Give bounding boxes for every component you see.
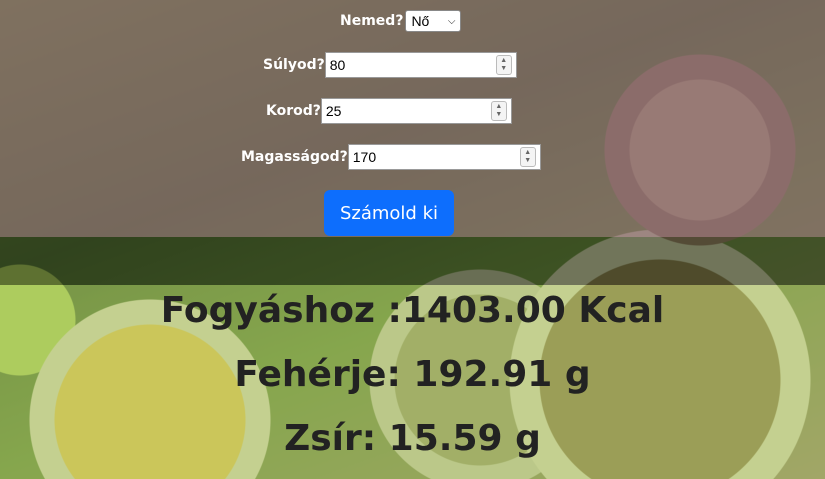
gender-row: Nemed? Nő ⌵ bbox=[340, 10, 462, 32]
gender-select[interactable]: Nő ⌵ bbox=[405, 10, 462, 32]
age-row: Korod? 25 ▲ ▼ bbox=[266, 98, 512, 124]
weight-value: 80 bbox=[329, 57, 346, 73]
weight-row: Súlyod? 80 ▲ ▼ bbox=[263, 52, 517, 78]
divider-overlay bbox=[0, 237, 825, 285]
calories-result: Fogyáshoz :1403.00 Kcal bbox=[160, 290, 665, 331]
chevron-down-icon: ⌵ bbox=[447, 15, 456, 27]
weight-spinner-icon[interactable]: ▲ ▼ bbox=[495, 55, 512, 75]
calculate-button[interactable]: Számold ki bbox=[324, 190, 454, 236]
height-value: 170 bbox=[352, 149, 377, 165]
gender-value: Nő bbox=[411, 13, 430, 29]
fat-result: Zsír: 15.59 g bbox=[284, 418, 541, 459]
age-value: 25 bbox=[325, 103, 342, 119]
weight-label: Súlyod? bbox=[263, 57, 325, 73]
height-input[interactable]: 170 ▲ ▼ bbox=[347, 144, 541, 170]
age-spinner-icon[interactable]: ▲ ▼ bbox=[490, 101, 507, 121]
age-input[interactable]: 25 ▲ ▼ bbox=[320, 98, 512, 124]
height-label: Magasságod? bbox=[241, 149, 348, 165]
height-spinner-icon[interactable]: ▲ ▼ bbox=[519, 147, 536, 167]
age-label: Korod? bbox=[266, 103, 321, 119]
gender-label: Nemed? bbox=[340, 13, 404, 29]
height-row: Magasságod? 170 ▲ ▼ bbox=[241, 144, 541, 170]
protein-result: Fehérje: 192.91 g bbox=[234, 354, 591, 395]
weight-input[interactable]: 80 ▲ ▼ bbox=[324, 52, 517, 78]
